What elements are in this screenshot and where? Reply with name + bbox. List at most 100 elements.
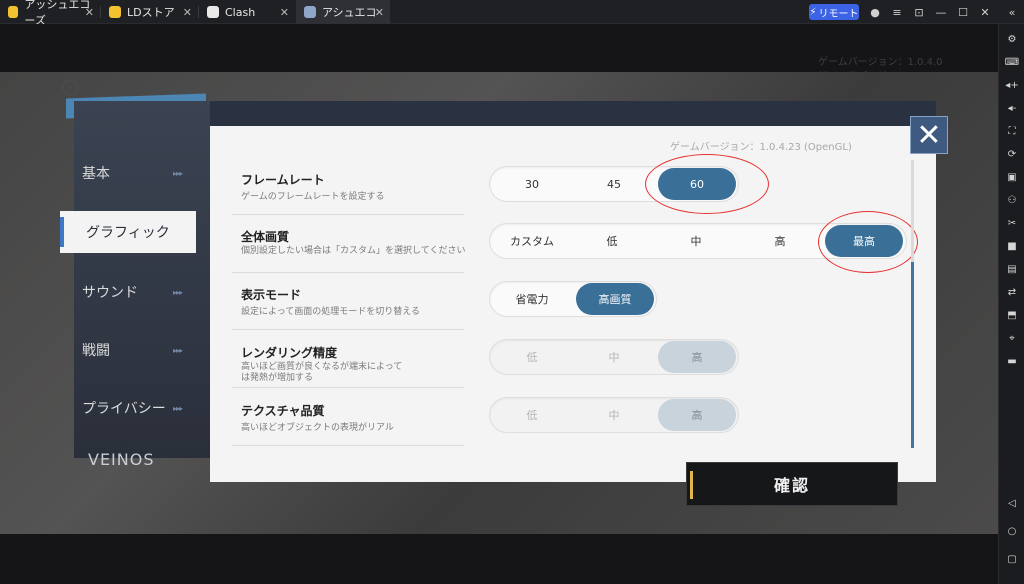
option-mid[interactable]: 中 [574, 341, 654, 373]
resource-version-text: リソースバージョン：1.0.4.23 [818, 71, 959, 82]
menu-icon[interactable]: ≡ [889, 4, 905, 20]
nav-graphics[interactable]: グラフィック [60, 211, 196, 253]
scrollbar-thumb[interactable] [911, 262, 914, 448]
clash-icon [207, 6, 219, 18]
arrows-icon: ▸▸▸ [172, 287, 183, 297]
fullscreen-icon[interactable]: ⛶ [1005, 124, 1019, 138]
collapse-sidebar-icon[interactable]: « [1004, 4, 1020, 20]
arrows-icon: ▸▸▸ [172, 168, 183, 178]
sync-icon[interactable]: ⇄ [1005, 285, 1019, 299]
annotation-circle [645, 154, 769, 214]
close-tab-icon[interactable]: ✕ [85, 6, 94, 19]
nav-label: プライバシー [82, 401, 166, 417]
option-45[interactable]: 45 [574, 168, 654, 200]
divider [232, 329, 464, 330]
folder-icon[interactable]: ▬ [1005, 354, 1019, 368]
divider [232, 272, 464, 273]
display-mode-selector: 省電力 高画質 [489, 281, 657, 317]
option-high[interactable]: 高 [742, 225, 818, 257]
veinos-logo: VEINOS [88, 450, 155, 469]
pin-icon[interactable]: ⊡ [911, 4, 927, 20]
close-tab-icon[interactable]: ✕ [280, 6, 289, 19]
version-info: ゲームバージョン：1.0.4.0 リソースバージョン：1.0.4.23 [818, 56, 959, 84]
option-mid[interactable]: 中 [658, 225, 734, 257]
volume-up-icon[interactable]: ◂+ [1005, 78, 1019, 92]
row-title-rendering: レンダリング精度 [241, 346, 338, 360]
scissors-icon[interactable]: ✂ [1005, 216, 1019, 230]
row-title-texture: テクスチャ品質 [241, 404, 325, 418]
option-mid[interactable]: 中 [574, 399, 654, 431]
nav-label: グラフィック [86, 225, 170, 241]
nav-privacy[interactable]: プライバシー ▸▸▸ [74, 387, 210, 429]
apk-icon[interactable]: ⬒ [1005, 308, 1019, 322]
ldstore-icon [109, 6, 121, 18]
row-desc-texture: 高いほどオブジェクトの表現がリアル [241, 423, 394, 433]
tab-label: Clash [225, 5, 256, 19]
divider [232, 387, 464, 388]
nav-sound[interactable]: サウンド ▸▸▸ [74, 271, 210, 313]
rendering-selector: 低 中 高 [489, 339, 739, 375]
option-30[interactable]: 30 [492, 168, 572, 200]
divider [232, 445, 464, 446]
close-icon[interactable]: ✕ [910, 116, 948, 154]
multi-instance-icon[interactable]: ▤ [1005, 262, 1019, 276]
account-icon[interactable]: ● [867, 4, 883, 20]
settings-nav: 基本 ▸▸▸ グラフィック サウンド ▸▸▸ 戦闘 ▸▸▸ プライバシー ▸▸▸ [60, 101, 210, 458]
game-icon [304, 6, 316, 18]
confirm-label: 確認 [773, 476, 810, 495]
texture-selector: 低 中 高 [489, 397, 739, 433]
back-icon[interactable]: ◁ [1005, 496, 1019, 510]
option-low[interactable]: 低 [574, 225, 650, 257]
robot-icon[interactable]: ⚇ [1005, 193, 1019, 207]
maximize-icon[interactable]: ☐ [955, 4, 971, 20]
option-power-saving[interactable]: 省電力 [492, 283, 572, 315]
tab-ldstore[interactable]: LDストア ✕ [101, 0, 198, 24]
nav-basic[interactable]: 基本 ▸▸▸ [74, 152, 210, 194]
divider [232, 214, 464, 215]
window-titlebar: アッシュエコーズ ✕ LDストア ✕ Clash ✕ アシュエコ ✕ ⚡ リモー… [0, 0, 1024, 27]
row-title-framerate: フレームレート [241, 173, 325, 187]
screenshot-icon[interactable]: ▣ [1005, 170, 1019, 184]
nav-label: 戦闘 [82, 343, 110, 359]
confirm-button[interactable]: 確認 [686, 462, 898, 506]
game-version-text: ゲームバージョン：1.0.4.0 [818, 57, 943, 68]
remote-button[interactable]: ⚡ リモート [809, 4, 859, 20]
option-high-quality[interactable]: 高画質 [576, 283, 654, 315]
row-title-display-mode: 表示モード [241, 288, 302, 302]
lightning-icon: ⚡ [809, 6, 817, 18]
option-low[interactable]: 低 [492, 341, 572, 373]
ldplayer-icon [8, 6, 19, 18]
rotate-icon[interactable]: ⟳ [1005, 147, 1019, 161]
location-icon[interactable]: ⌖ [1005, 331, 1019, 345]
confirm-accent-bar [690, 471, 693, 499]
option-low[interactable]: 低 [492, 399, 572, 431]
row-desc-framerate: ゲームのフレームレートを設定する [241, 192, 385, 202]
active-marker [60, 217, 64, 247]
nav-battle[interactable]: 戦闘 ▸▸▸ [74, 329, 210, 371]
close-tab-icon[interactable]: ✕ [375, 6, 384, 19]
close-tab-icon[interactable]: ✕ [183, 6, 192, 19]
arrows-icon: ▸▸▸ [172, 345, 183, 355]
emulator-sidebar: ⚙ ⌨ ◂+ ◂- ⛶ ⟳ ▣ ⚇ ✂ ■ ▤ ⇄ ⬒ ⌖ ▬ ◁ ○ ▢ [998, 24, 1024, 584]
tab-game[interactable]: アシュエコ ✕ [296, 0, 390, 24]
volume-down-icon[interactable]: ◂- [1005, 101, 1019, 115]
minimize-icon[interactable]: — [933, 4, 949, 20]
recents-icon[interactable]: ▢ [1005, 552, 1019, 566]
settings-icon[interactable]: ⚙ [1005, 32, 1019, 46]
tab-clash[interactable]: Clash ✕ [199, 0, 295, 24]
keyboard-icon[interactable]: ⌨ [1005, 55, 1019, 69]
record-icon[interactable]: ■ [1005, 239, 1019, 253]
remote-label: リモート [818, 8, 859, 20]
option-custom[interactable]: カスタム [494, 225, 570, 257]
nav-label: サウンド [82, 285, 138, 301]
close-window-icon[interactable]: ✕ [977, 4, 993, 20]
game-version-label: ゲームバージョン：1.0.4.23 (OpenGL) [670, 142, 852, 153]
option-high[interactable]: 高 [658, 399, 736, 431]
tab-ashecho[interactable]: アッシュエコーズ ✕ [0, 0, 100, 27]
row-desc-quality: 個別設定したい場合は「カスタム」を選択してください [241, 246, 466, 256]
row-desc-display-mode: 設定によって画面の処理モードを切り替える [241, 307, 421, 317]
home-icon[interactable]: ○ [1005, 524, 1019, 538]
nav-label: 基本 [82, 166, 110, 182]
option-high[interactable]: 高 [658, 341, 736, 373]
annotation-circle [818, 211, 918, 273]
